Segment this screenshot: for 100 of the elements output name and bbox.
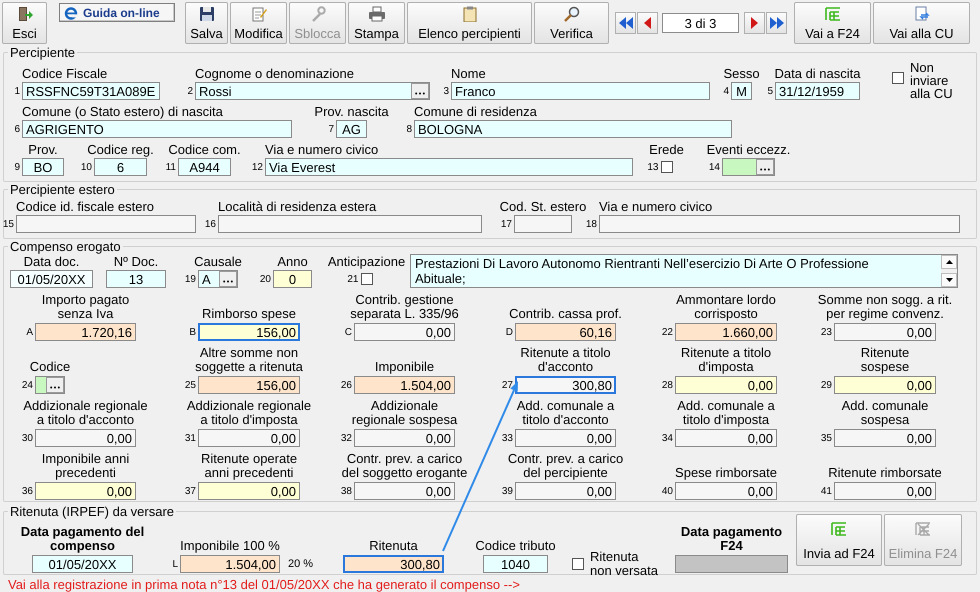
field-label: Ritenuta bbox=[369, 539, 418, 553]
input-field[interactable]: 01/05/20XX bbox=[10, 270, 93, 288]
input-field[interactable]: RSSFNC59T31A089E bbox=[22, 82, 160, 100]
field-number: 24 bbox=[20, 380, 33, 390]
input-field[interactable]: 0,00 bbox=[198, 482, 300, 500]
lookup-button[interactable] bbox=[756, 159, 774, 175]
scroll-up-button[interactable] bbox=[941, 255, 957, 269]
input-field[interactable]: 6 bbox=[94, 158, 147, 176]
toolbar-button[interactable]: Modifica bbox=[230, 2, 287, 44]
input-field[interactable]: 0,00 bbox=[354, 429, 455, 447]
scroll-down-button[interactable] bbox=[941, 273, 957, 287]
input-field[interactable]: 0,00 bbox=[834, 323, 936, 341]
field-label: Altre somme non soggette a ritenuta bbox=[195, 346, 303, 374]
input-field[interactable]: 1.504,00 bbox=[354, 376, 455, 394]
input-field[interactable]: AG bbox=[336, 120, 367, 138]
exit-button[interactable]: Esci bbox=[2, 2, 47, 44]
input-field[interactable]: 60,16 bbox=[515, 323, 616, 341]
input-field[interactable]: 0,00 bbox=[35, 429, 136, 447]
input-field[interactable]: 0,00 bbox=[834, 376, 936, 394]
previous-record-button[interactable] bbox=[637, 12, 658, 34]
toolbar-button[interactable]: Elenco percipienti bbox=[407, 2, 532, 44]
field-number: 29 bbox=[820, 380, 832, 390]
registration-link[interactable]: Vai alla registrazione in prima nota n°13 del 01/05/20XX che ha generato il compenso --> bbox=[8, 577, 520, 592]
ellipsis-icon bbox=[760, 168, 770, 171]
input-field[interactable]: 300,80 bbox=[343, 555, 444, 573]
input-field[interactable]: BO bbox=[22, 158, 64, 176]
lookup-button[interactable] bbox=[46, 377, 64, 393]
field-label: Add. comunale a titolo d'acconto bbox=[516, 399, 614, 427]
input-field[interactable]: 1040 bbox=[483, 555, 548, 573]
field-number: 6 bbox=[13, 124, 20, 134]
input-field[interactable]: A bbox=[198, 270, 238, 288]
input-field[interactable]: 13 bbox=[106, 270, 166, 288]
input-field[interactable]: 0,00 bbox=[675, 482, 777, 500]
field-number: 2 bbox=[186, 86, 193, 96]
checkbox[interactable] bbox=[892, 72, 904, 84]
checkbox[interactable] bbox=[360, 273, 372, 285]
input-field[interactable]: A944 bbox=[178, 158, 231, 176]
input-field[interactable]: 0,00 bbox=[675, 376, 777, 394]
input-field[interactable] bbox=[722, 158, 775, 176]
input-field[interactable]: 0,00 bbox=[834, 482, 936, 500]
input-field[interactable]: 0,00 bbox=[354, 482, 455, 500]
input-field[interactable]: 1.660,00 bbox=[675, 323, 777, 341]
toolbar-button[interactable]: Stampa bbox=[348, 2, 405, 44]
input-field[interactable] bbox=[514, 215, 572, 233]
field-number: 17 bbox=[500, 218, 512, 230]
input-field[interactable] bbox=[35, 376, 65, 394]
field-label: Contr. prev. a carico del soggetto erogante bbox=[342, 452, 468, 480]
input-field[interactable]: 0,00 bbox=[354, 323, 455, 341]
input-field[interactable] bbox=[16, 215, 196, 233]
input-field[interactable] bbox=[675, 555, 788, 573]
input-field[interactable] bbox=[599, 215, 960, 233]
action-button[interactable]: Invia ad F24 bbox=[796, 514, 882, 566]
checkbox[interactable] bbox=[660, 161, 672, 173]
first-record-button[interactable] bbox=[615, 12, 636, 34]
lookup-button[interactable] bbox=[219, 271, 237, 287]
field-label: Data pagamento del compenso bbox=[20, 525, 144, 553]
field-label: Addizionale regionale sospesa bbox=[352, 399, 458, 427]
input-field[interactable]: 156,00 bbox=[198, 323, 300, 341]
field-label: Add. comunale a titolo d'imposta bbox=[677, 399, 775, 427]
input-field[interactable]: 01/05/20XX bbox=[32, 555, 133, 573]
field-label: Codice com. bbox=[168, 142, 241, 157]
input-field[interactable]: 0,00 bbox=[515, 429, 616, 447]
input-field[interactable]: Franco bbox=[451, 82, 710, 100]
input-field[interactable] bbox=[218, 215, 482, 233]
toolbar-button[interactable]: Salva bbox=[185, 2, 228, 44]
lookup-button[interactable] bbox=[411, 83, 429, 99]
field-label: Importo pagato senza Iva bbox=[42, 293, 130, 321]
checkbox[interactable] bbox=[572, 558, 584, 570]
field-number: 8 bbox=[405, 124, 412, 134]
field-label: Prov. bbox=[28, 142, 58, 157]
input-field[interactable]: 0,00 bbox=[35, 482, 136, 500]
input-field[interactable]: 0,00 bbox=[198, 429, 300, 447]
last-record-button[interactable] bbox=[766, 12, 787, 34]
input-field[interactable]: 31/12/1959 bbox=[775, 82, 860, 100]
percent-label: 20 % bbox=[288, 558, 314, 570]
toolbar-button[interactable]: Vai alla CU bbox=[873, 2, 970, 44]
input-field[interactable]: AGRIGENTO bbox=[22, 120, 292, 138]
input-field[interactable]: 300,80 bbox=[515, 376, 616, 394]
input-field[interactable]: 156,00 bbox=[198, 376, 300, 394]
notepad-icon bbox=[250, 6, 266, 22]
help-link[interactable]: Guida on-line bbox=[59, 3, 175, 22]
input-field[interactable]: 1.720,16 bbox=[35, 323, 136, 341]
record-position-field: 3 di 3 bbox=[662, 13, 739, 33]
toolbar-button[interactable]: Vai a F24 bbox=[794, 2, 871, 44]
input-field[interactable]: 1.504,00 bbox=[180, 555, 280, 573]
field-label: Ammontare lordo corrisposto bbox=[676, 293, 776, 321]
input-field[interactable]: M bbox=[731, 82, 752, 100]
input-field[interactable]: Rossi bbox=[195, 82, 430, 100]
toolbar-button[interactable]: Verifica bbox=[534, 2, 609, 44]
field-number: 37 bbox=[184, 486, 196, 496]
text-area[interactable]: Prestazioni Di Lavoro Autonomo Rientranti Nell’esercizio Di Arte O Professione Abituale; bbox=[410, 254, 958, 288]
next-record-button[interactable] bbox=[744, 12, 765, 34]
input-field[interactable]: BOLOGNA bbox=[414, 120, 732, 138]
input-field[interactable]: 0,00 bbox=[834, 429, 936, 447]
field-number: 36 bbox=[20, 486, 33, 496]
input-field[interactable]: 0 bbox=[273, 270, 312, 288]
input-field[interactable]: 0,00 bbox=[675, 429, 777, 447]
field-number: 7 bbox=[327, 124, 334, 134]
input-field[interactable]: 0,00 bbox=[515, 482, 616, 500]
input-field[interactable]: Via Everest bbox=[265, 158, 633, 176]
